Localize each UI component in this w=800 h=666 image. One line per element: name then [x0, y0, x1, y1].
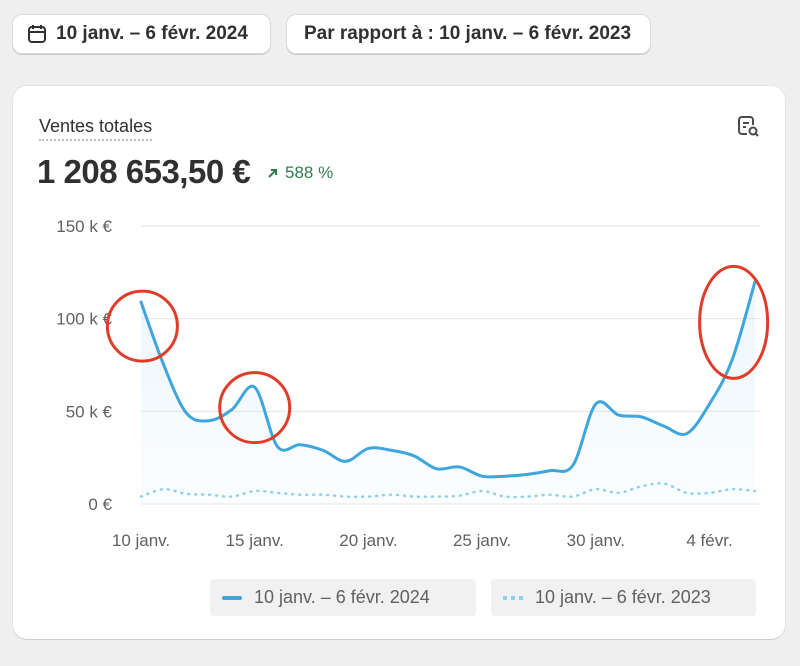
y-tick-label: 100 k € — [56, 310, 112, 329]
x-tick-label: 30 janv. — [567, 531, 625, 550]
y-tick-label: 50 k € — [66, 402, 113, 421]
compare-range-label: Par rapport à : 10 janv. – 6 févr. 2023 — [304, 23, 632, 44]
x-tick-label: 4 févr. — [686, 531, 732, 550]
x-tick-label: 15 janv. — [226, 531, 284, 550]
series-area-current — [141, 281, 755, 504]
legend-previous-label: 10 janv. – 6 févr. 2023 — [535, 587, 711, 607]
total-sales-card: Ventes totales 1 208 653,50 € 588 % 0 €5… — [13, 86, 785, 639]
x-tick-label: 25 janv. — [453, 531, 511, 550]
legend-dotted-swatch — [503, 595, 523, 600]
legend-current-label: 10 janv. – 6 févr. 2024 — [254, 587, 430, 607]
legend-solid-swatch — [222, 595, 242, 600]
date-range-button[interactable]: 10 janv. – 6 févr. 2024 — [12, 14, 271, 54]
sales-line-chart: 0 € 50 k € 100 k € 150 k € 10 janv. 15 janv. 2… — [56, 217, 770, 550]
calendar-icon — [28, 25, 46, 43]
date-range-label: 10 janv. – 6 févr. 2024 — [56, 23, 248, 44]
x-tick-label: 10 janv. — [112, 531, 170, 550]
compare-range-button[interactable]: Par rapport à : 10 janv. – 6 févr. 2023 — [286, 14, 651, 54]
x-tick-label: 20 janv. — [339, 531, 397, 550]
y-tick-label: 0 € — [88, 495, 112, 514]
legend-current-period[interactable]: 10 janv. – 6 févr. 2024 — [210, 579, 476, 616]
y-tick-label: 150 k € — [56, 217, 112, 236]
legend-previous-period[interactable]: 10 janv. – 6 févr. 2023 — [491, 579, 756, 616]
